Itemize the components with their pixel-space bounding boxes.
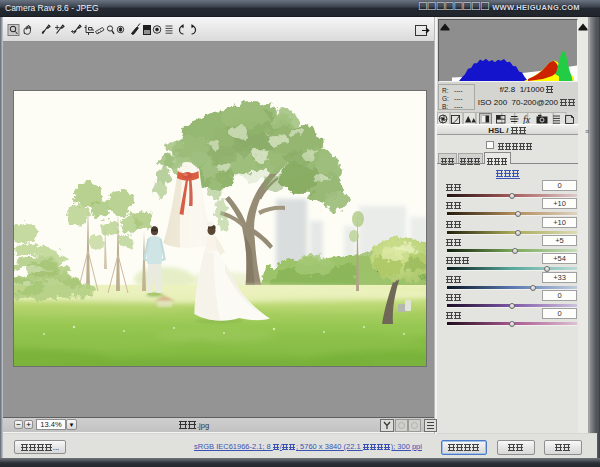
svg-text:fx: fx bbox=[523, 114, 531, 125]
